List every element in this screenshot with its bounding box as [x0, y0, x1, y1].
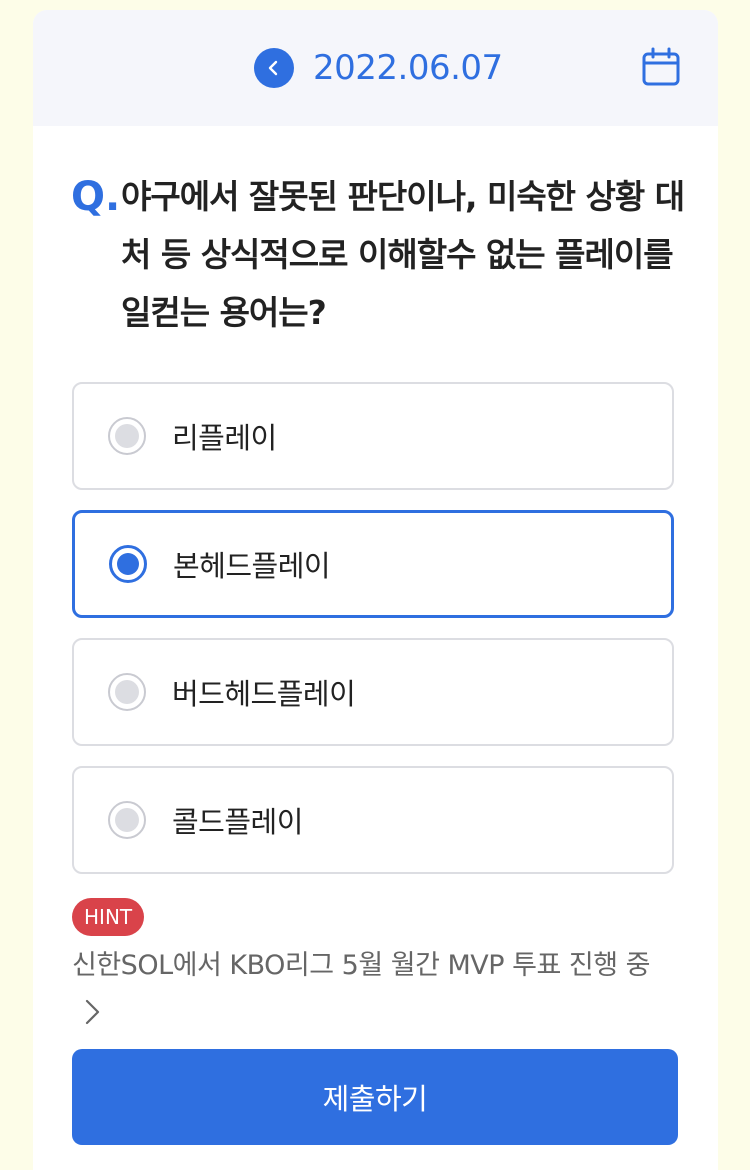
hint-link[interactable]: 신한SOL에서 KBO리그 5월 월간 MVP 투표 진행 중 — [72, 946, 692, 986]
radio-button[interactable] — [108, 801, 146, 839]
submit-button[interactable]: 제출하기 — [72, 1049, 678, 1145]
option-4[interactable]: 콜드플레이 — [72, 766, 674, 874]
radio-dot — [115, 680, 139, 704]
option-label: 리플레이 — [172, 421, 277, 455]
radio-dot — [115, 424, 139, 448]
chevron-right-icon[interactable] — [81, 998, 105, 1026]
radio-button[interactable] — [108, 417, 146, 455]
question-text: 야구에서 잘못된 판단이나, 미숙한 상황 대처 등 상식적으로 이해할수 없는… — [121, 177, 685, 332]
radio-button[interactable] — [108, 673, 146, 711]
hint-badge: HINT — [72, 898, 145, 936]
option-label: 버드헤드플레이 — [172, 677, 356, 711]
quiz-date: 2022.06.07 — [313, 48, 503, 88]
quiz-header: 2022.06.07 — [33, 10, 718, 126]
radio-dot — [117, 553, 139, 575]
question-prefix: Q. — [71, 174, 121, 220]
radio-button-selected[interactable] — [109, 545, 147, 583]
back-button[interactable] — [254, 48, 294, 88]
option-3[interactable]: 버드헤드플레이 — [72, 638, 674, 746]
option-1[interactable]: 리플레이 — [72, 382, 674, 490]
option-label: 본헤드플레이 — [173, 549, 331, 583]
chevron-left-icon — [268, 60, 278, 76]
quiz-card: 2022.06.07 Q. 야구에서 잘못된 판단이나, 미숙한 상황 대처 등… — [33, 10, 718, 1170]
calendar-icon — [642, 47, 680, 86]
option-label: 콜드플레이 — [172, 805, 303, 839]
calendar-button[interactable] — [641, 47, 681, 87]
option-2[interactable]: 본헤드플레이 — [72, 510, 674, 618]
radio-dot — [115, 808, 139, 832]
